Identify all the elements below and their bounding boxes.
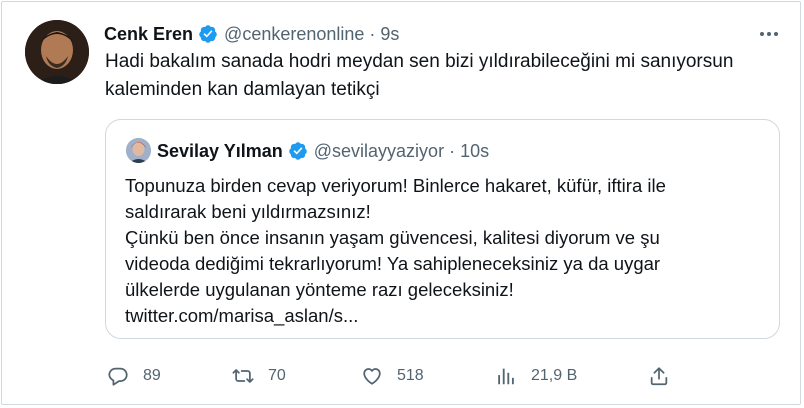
views-count: 21,9 B (531, 367, 578, 384)
heart-icon (363, 368, 381, 385)
quoted-author-name[interactable]: Sevilay Yılman (157, 141, 283, 162)
quoted-text-line: ülkelerde uygulanan yönteme razı gelecek… (125, 279, 514, 300)
action-bar: 89 70 518 21,9 B (0, 362, 804, 390)
retweet-button[interactable]: 70 (232, 362, 286, 390)
reply-count: 89 (143, 367, 161, 384)
quoted-author-handle[interactable]: @sevilayyaziyor (314, 141, 444, 162)
quoted-timestamp[interactable]: 10s (460, 141, 489, 162)
tweet-text: Hadi bakalım sanada hodri meydan sen biz… (105, 51, 734, 100)
tweet-timestamp[interactable]: 9s (380, 24, 399, 45)
separator-dot: · (369, 23, 376, 44)
quoted-link[interactable]: twitter.com/marisa_aslan/s... (125, 303, 765, 329)
tweet-header: Cenk Eren @cenkerenonline · 9s (104, 23, 399, 45)
quoted-text-line: saldırarak beni yıldırmazsınız! (125, 201, 371, 222)
reply-button[interactable]: 89 (107, 362, 161, 390)
author-name[interactable]: Cenk Eren (104, 24, 193, 45)
like-count: 518 (397, 367, 424, 384)
author-avatar[interactable] (25, 20, 89, 84)
quoted-avatar-image (126, 138, 151, 163)
avatar-image (25, 20, 89, 84)
quoted-text-line: Çünkü ben önce insanın yaşam güvencesi, … (125, 227, 660, 248)
analytics-icon (498, 368, 514, 385)
share-icon (650, 367, 668, 386)
author-handle[interactable]: @cenkerenonline (224, 24, 364, 45)
like-button[interactable]: 518 (361, 362, 424, 390)
more-button[interactable] (758, 24, 780, 44)
retweet-icon (232, 369, 254, 383)
retweet-count: 70 (268, 367, 286, 384)
reply-icon (108, 367, 128, 386)
quoted-text-line: Topunuza birden cevap veriyorum! Binlerc… (125, 175, 666, 196)
separator-dot: · (449, 140, 456, 161)
verified-badge-icon (288, 142, 307, 160)
views-button[interactable]: 21,9 B (495, 362, 577, 390)
quoted-text-line: videoda dediğimi tekrarlıyorum! Ya sahip… (125, 253, 661, 274)
quoted-author-avatar[interactable] (126, 138, 151, 163)
quoted-text: Topunuza birden cevap veriyorum! Binlerc… (125, 173, 765, 329)
verified-badge-icon (199, 25, 217, 43)
quoted-header: Sevilay Yılman @sevilayyaziyor · 10s (157, 139, 489, 163)
quoted-tweet[interactable]: Sevilay Yılman @sevilayyaziyor · 10s Top… (105, 119, 780, 339)
share-button[interactable] (648, 362, 684, 390)
more-icon (760, 32, 778, 36)
